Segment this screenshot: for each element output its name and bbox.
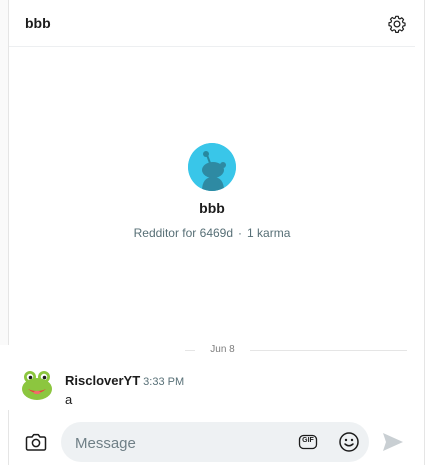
divider-line [185,350,195,351]
reddit-snoo-icon [188,143,236,191]
message-input[interactable] [73,422,287,464]
gif-label: GIF [302,437,314,444]
message-text: a [65,392,73,407]
send-button[interactable] [381,431,405,453]
karma-count: 1 karma [247,226,291,240]
profile-avatar[interactable] [188,143,236,191]
upload-image-button[interactable] [25,432,47,452]
gif-button[interactable]: GIF [298,432,318,452]
message-timestamp: 3:33 PM [143,376,185,388]
profile-meta: Redditor for 6469d · 1 karma [9,226,415,240]
settings-button[interactable] [387,14,407,34]
left-panel-edge-bottom [0,410,9,465]
message-composer: GIF [9,410,415,465]
meta-separator: · [238,226,243,240]
smiley-icon [339,432,359,452]
frog-avatar-icon [22,371,52,400]
chat-header: bbb [9,0,415,47]
redditor-age: Redditor for 6469d [133,226,234,240]
emoji-button[interactable] [338,431,360,453]
chat-title: bbb [25,15,51,31]
camera-icon [25,433,47,451]
author-name[interactable]: RiscloverYT [65,373,140,388]
divider-date: Jun 8 [210,344,235,355]
profile-username: bbb [199,200,225,216]
send-icon [383,433,403,451]
gear-icon [388,15,406,33]
divider-line [250,350,407,351]
message-input-container: GIF [61,422,369,464]
profile-card: bbb Redditor for 6469d · 1 karma [9,143,415,240]
message-author[interactable]: RiscloverYT 3:33 PM [65,373,184,388]
message-avatar[interactable] [20,368,54,402]
chat-window: bbb bbb Redditor for 6469d · 1 karma Jun… [0,0,425,465]
left-panel-edge [0,0,9,345]
date-divider: Jun 8 [9,342,407,358]
